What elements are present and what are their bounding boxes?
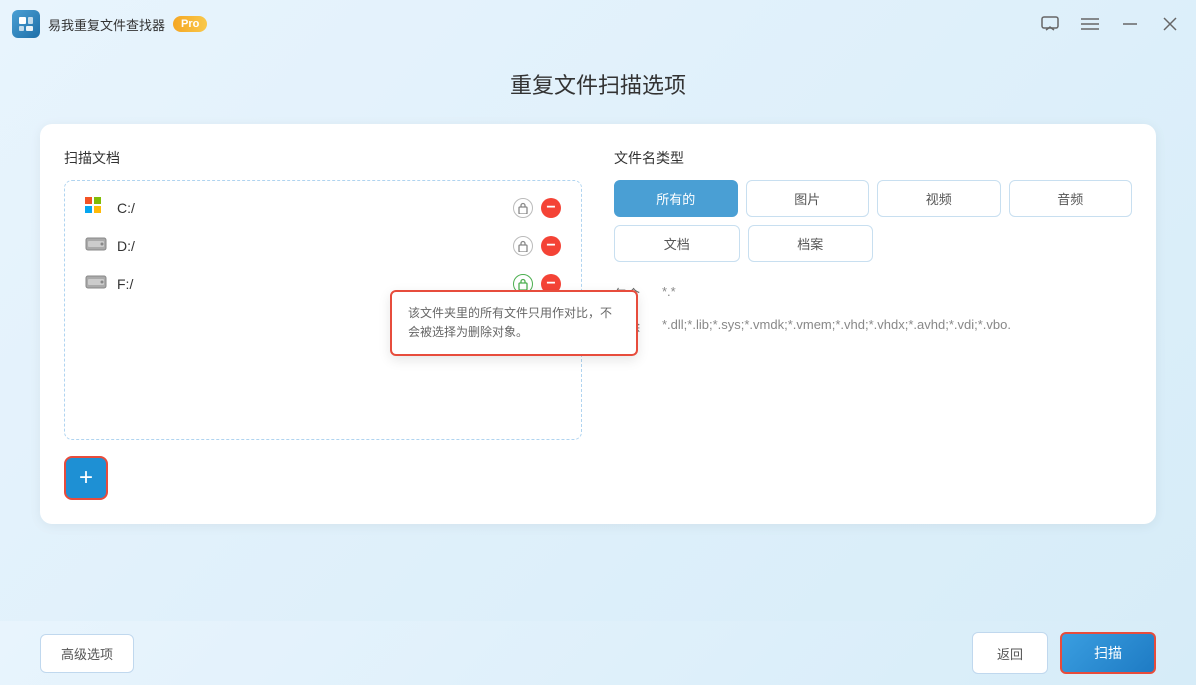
lock-btn-d[interactable] bbox=[513, 236, 533, 256]
file-type-buttons-row2: 文档 档案 bbox=[614, 225, 873, 262]
type-btn-all[interactable]: 所有的 bbox=[614, 180, 738, 217]
item-actions-c: − bbox=[513, 198, 561, 218]
exclude-filter-row: 排除 *.dll;*.lib;*.sys;*.vmdk;*.vmem;*.vhd… bbox=[614, 315, 1132, 336]
remove-btn-c[interactable]: − bbox=[541, 198, 561, 218]
right-panel: 文件名类型 所有的 图片 视频 音频 文档 档案 包含 *.* 排除 *.dll… bbox=[614, 148, 1132, 500]
type-btn-audio[interactable]: 音频 bbox=[1009, 180, 1133, 217]
page-title: 重复文件扫描选项 bbox=[0, 68, 1196, 100]
type-btn-archive[interactable]: 档案 bbox=[748, 225, 874, 262]
bottom-bar: 高级选项 返回 扫描 bbox=[0, 621, 1196, 685]
bottom-right-buttons: 返回 扫描 bbox=[972, 632, 1156, 674]
pro-badge: Pro bbox=[173, 16, 207, 32]
menu-icon[interactable] bbox=[1080, 14, 1100, 34]
tooltip-popup: 该文件夹里的所有文件只用作对比，不会被选择为删除对象。 bbox=[390, 290, 638, 356]
titlebar-left: 易我重复文件查找器 Pro bbox=[12, 10, 207, 38]
titlebar-controls bbox=[1040, 14, 1180, 34]
scan-button[interactable]: 扫描 bbox=[1060, 632, 1156, 674]
lock-btn-c[interactable] bbox=[513, 198, 533, 218]
exclude-value: *.dll;*.lib;*.sys;*.vmdk;*.vmem;*.vhd;*.… bbox=[662, 315, 1132, 335]
file-type-buttons-row1: 所有的 图片 视频 音频 bbox=[614, 180, 1132, 217]
include-filter-row: 包含 *.* bbox=[614, 282, 1132, 303]
type-btn-doc[interactable]: 文档 bbox=[614, 225, 740, 262]
minimize-icon[interactable] bbox=[1120, 14, 1140, 34]
drive-label-c: C:/ bbox=[117, 200, 513, 216]
item-actions-d: − bbox=[513, 236, 561, 256]
type-btn-video[interactable]: 视频 bbox=[877, 180, 1001, 217]
tooltip-text: 该文件夹里的所有文件只用作对比，不会被选择为删除对象。 bbox=[408, 304, 620, 342]
remove-btn-d[interactable]: − bbox=[541, 236, 561, 256]
advanced-options-button[interactable]: 高级选项 bbox=[40, 634, 134, 673]
scan-section-label: 扫描文档 bbox=[64, 148, 582, 168]
plus-icon: + bbox=[79, 466, 93, 490]
hdd-drive-icon-f bbox=[85, 273, 107, 295]
app-logo bbox=[12, 10, 40, 38]
page-title-area: 重复文件扫描选项 bbox=[0, 48, 1196, 124]
close-icon[interactable] bbox=[1160, 14, 1180, 34]
hdd-drive-icon-d bbox=[85, 235, 107, 257]
drive-label-d: D:/ bbox=[117, 238, 513, 254]
windows-drive-icon bbox=[85, 197, 107, 219]
filetype-section-label: 文件名类型 bbox=[614, 148, 1132, 168]
back-button[interactable]: 返回 bbox=[972, 632, 1048, 674]
add-folder-button[interactable]: + bbox=[64, 456, 108, 500]
type-btn-image[interactable]: 图片 bbox=[746, 180, 870, 217]
scan-item-c: C:/ − bbox=[73, 189, 573, 227]
app-title: 易我重复文件查找器 bbox=[48, 15, 165, 34]
message-icon[interactable] bbox=[1040, 14, 1060, 34]
scan-item-d: D:/ − bbox=[73, 227, 573, 265]
titlebar: 易我重复文件查找器 Pro bbox=[0, 0, 1196, 48]
include-value: *.* bbox=[662, 282, 1132, 302]
